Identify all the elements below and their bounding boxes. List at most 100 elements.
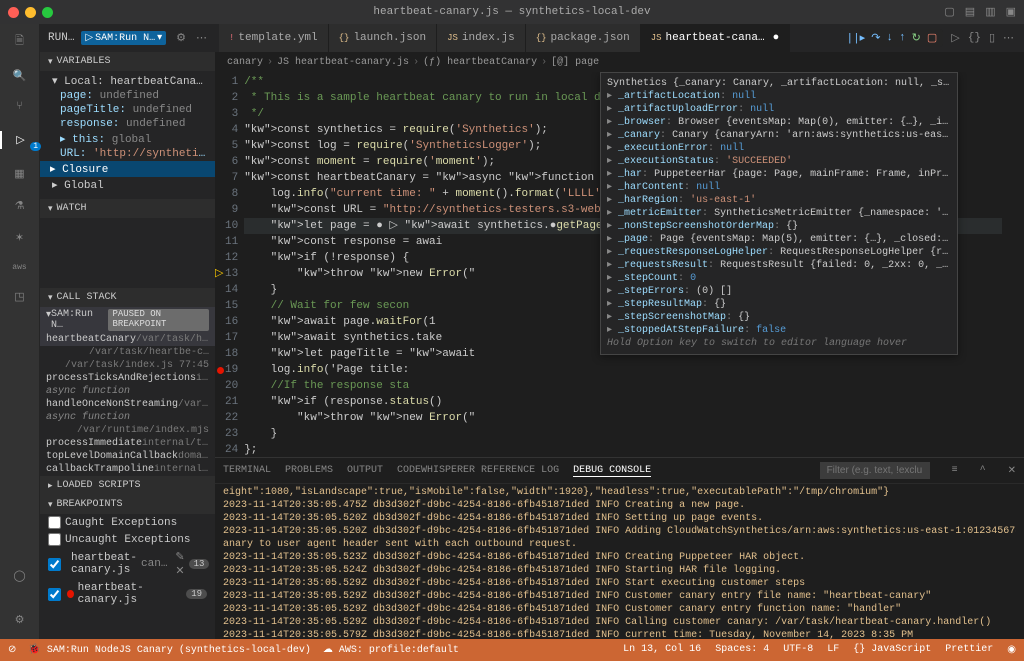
callstack-frame[interactable]: processTicksAndRejectionsintern… — [40, 372, 215, 385]
callstack-frame[interactable]: /var/task/index.js 77:45 — [40, 359, 215, 372]
var-url[interactable]: URL: 'http://synthetics-testers.s3-w… — [40, 147, 215, 161]
panel-icon[interactable]: ▤ — [965, 5, 975, 19]
tab-terminal[interactable]: TERMINAL — [223, 465, 271, 476]
titlebar: heartbeat-canary.js — synthetics-local-d… — [0, 0, 1024, 24]
debug-toolbar: ||▸ ↷ ↓ ↑ ↻ ▢ — [840, 29, 943, 47]
scope-local[interactable]: ▾ Local: heartbeatCanary — [40, 73, 215, 89]
file-tab[interactable]: JSindex.js — [437, 24, 526, 52]
scope-closure[interactable]: ▸ Closure — [40, 161, 215, 177]
run-action-icon[interactable]: ▷ — [951, 31, 959, 45]
clear-icon[interactable]: ≡ — [952, 465, 958, 476]
titlebar-right: ▢ ▤ ▥ ▣ — [944, 5, 1016, 19]
stop-icon[interactable]: ▢ — [927, 31, 937, 45]
callstack-frame[interactable]: handleOnceNonStreaming/var/runti… — [40, 398, 215, 411]
run-header: RUN AND DE… ▷ SAM:Run N… ▾ ⚙ ⋯ — [40, 24, 215, 52]
var-pagetitle[interactable]: pageTitle: undefined — [40, 103, 215, 117]
panel: TERMINAL PROBLEMS OUTPUT CODEWHISPERER R… — [215, 457, 1024, 639]
customize-icon[interactable]: ▣ — [1006, 5, 1016, 19]
activity-bar: 🗎 🔍 ⑂ ▷1 ▦ ⚗ ✶ aws ◳ ◯ ⚙ — [0, 24, 40, 639]
filter-input[interactable] — [820, 462, 930, 479]
aws-icon[interactable]: aws — [12, 263, 26, 272]
gear-icon[interactable]: ⚙ — [176, 31, 186, 45]
file-tab[interactable]: !template.yml — [219, 24, 329, 52]
docker-icon[interactable]: ◳ — [14, 290, 24, 304]
bp-uncaught[interactable]: Uncaught Exceptions — [40, 531, 215, 548]
search-icon[interactable]: 🔍 — [13, 69, 27, 83]
explorer-icon[interactable]: 🗎 — [15, 32, 24, 51]
status-prettier[interactable]: Prettier — [945, 644, 993, 656]
scope-global[interactable]: ▸ Global — [40, 177, 215, 193]
var-response[interactable]: response: undefined — [40, 117, 215, 131]
status-feedback-icon[interactable]: ◉ — [1007, 644, 1016, 656]
callstack-section[interactable]: ▾CALL STACK — [40, 288, 215, 307]
file-tab[interactable]: {}package.json — [526, 24, 641, 52]
butterfly-icon[interactable]: ✶ — [15, 231, 24, 245]
tab-problems[interactable]: PROBLEMS — [285, 465, 333, 476]
callstack-frame[interactable]: callbackTrampolineinternal/async… — [40, 463, 215, 476]
debug-config-select[interactable]: ▷ SAM:Run N… ▾ — [81, 31, 166, 45]
status-remote[interactable]: ⊘ — [8, 644, 16, 656]
status-language[interactable]: {} JavaScript — [853, 644, 931, 656]
bp-file-1[interactable]: heartbeat-canary.js can…✎ ✕13 — [40, 548, 215, 580]
debug-hover-popup[interactable]: Synthetics {_canary: Canary, _artifactLo… — [600, 72, 958, 355]
callstack-frame[interactable]: async function — [40, 385, 215, 398]
window-controls[interactable] — [8, 7, 53, 18]
bp-file-2[interactable]: heartbeat-canary.js19 — [40, 580, 215, 608]
beaker-icon[interactable]: ⚗ — [15, 199, 25, 213]
status-aws[interactable]: ☁ AWS: profile:default — [323, 644, 459, 656]
status-indent[interactable]: Spaces: 4 — [715, 644, 769, 656]
pause-icon[interactable]: ||▸ — [846, 31, 865, 45]
tab-bar: !template.yml{}launch.jsonJSindex.js{}pa… — [215, 24, 1024, 52]
watch-section[interactable]: ▾WATCH — [40, 199, 215, 218]
minimap[interactable] — [1002, 72, 1024, 457]
close-window-icon[interactable] — [8, 7, 19, 18]
tab-debug-console[interactable]: DEBUG CONSOLE — [573, 465, 651, 477]
step-out-icon[interactable]: ↑ — [899, 32, 906, 44]
code-editor[interactable]: 123456789101112▷131415161718192021222324… — [215, 72, 1024, 457]
file-tab[interactable]: JSheartbeat-cana…● — [641, 24, 790, 52]
variables-section[interactable]: ▾VARIABLES — [40, 52, 215, 71]
extensions-icon[interactable]: ▦ — [14, 167, 24, 181]
side-panel: RUN AND DE… ▷ SAM:Run N… ▾ ⚙ ⋯ ▾VARIABLE… — [40, 24, 215, 639]
layout-icon[interactable]: ▢ — [944, 5, 954, 19]
debug-console-output[interactable]: eight":1080,"isLandscape":true,"isMobile… — [215, 484, 1024, 639]
more-icon[interactable]: ⋯ — [1003, 31, 1014, 45]
split-icon[interactable]: ▯ — [989, 31, 995, 45]
restart-icon[interactable]: ↻ — [912, 31, 921, 45]
status-bar: ⊘ 🐞 SAM:Run NodeJS Canary (synthetics-lo… — [0, 639, 1024, 661]
callstack-frame[interactable]: heartbeatCanary/var/task/heartbe… — [40, 333, 215, 346]
status-eol[interactable]: LF — [827, 644, 839, 656]
scm-icon[interactable]: ⑂ — [16, 101, 23, 113]
braces-icon[interactable]: {} — [968, 32, 981, 44]
var-this[interactable]: ▸ this: global — [40, 131, 215, 147]
loaded-scripts-section[interactable]: ▸LOADED SCRIPTS — [40, 476, 215, 495]
minimize-window-icon[interactable] — [25, 7, 36, 18]
file-tab[interactable]: {}launch.json — [329, 24, 437, 52]
tab-codewhisperer[interactable]: CODEWHISPERER REFERENCE LOG — [397, 465, 559, 476]
callstack-frame[interactable]: async function — [40, 411, 215, 424]
callstack-frame[interactable]: /var/task/heartbe-c… — [40, 346, 215, 359]
var-page[interactable]: page: undefined — [40, 89, 215, 103]
chevron-up-icon[interactable]: ^ — [980, 465, 986, 476]
sidebar-icon[interactable]: ▥ — [985, 5, 995, 19]
run-debug-icon[interactable]: ▷1 — [0, 131, 39, 149]
editor-group: !template.yml{}launch.jsonJSindex.js{}pa… — [215, 24, 1024, 639]
status-encoding[interactable]: UTF-8 — [783, 644, 813, 656]
maximize-window-icon[interactable] — [42, 7, 53, 18]
close-panel-icon[interactable]: ✕ — [1008, 465, 1016, 477]
step-over-icon[interactable]: ↷ — [871, 31, 880, 45]
breakpoints-section[interactable]: ▾BREAKPOINTS — [40, 495, 215, 514]
status-debug[interactable]: 🐞 SAM:Run NodeJS Canary (synthetics-loca… — [28, 644, 311, 656]
window-title: heartbeat-canary.js — synthetics-local-d… — [373, 6, 650, 18]
more-icon[interactable]: ⋯ — [196, 31, 207, 45]
callstack-frame[interactable]: /var/runtime/index.mjs — [40, 424, 215, 437]
tab-output[interactable]: OUTPUT — [347, 465, 383, 476]
breadcrumbs[interactable]: canary› JS heartbeat-canary.js› (ƒ) hear… — [215, 52, 1024, 72]
status-cursor[interactable]: Ln 13, Col 16 — [623, 644, 701, 656]
bp-caught[interactable]: Caught Exceptions — [40, 514, 215, 531]
callstack-frame[interactable]: topLevelDomainCallbackdomain — [40, 450, 215, 463]
callstack-frame[interactable]: processImmediateinternal/timers — [40, 437, 215, 450]
step-into-icon[interactable]: ↓ — [886, 32, 893, 44]
settings-gear-icon[interactable]: ⚙ — [15, 613, 25, 627]
account-icon[interactable]: ◯ — [13, 569, 25, 583]
